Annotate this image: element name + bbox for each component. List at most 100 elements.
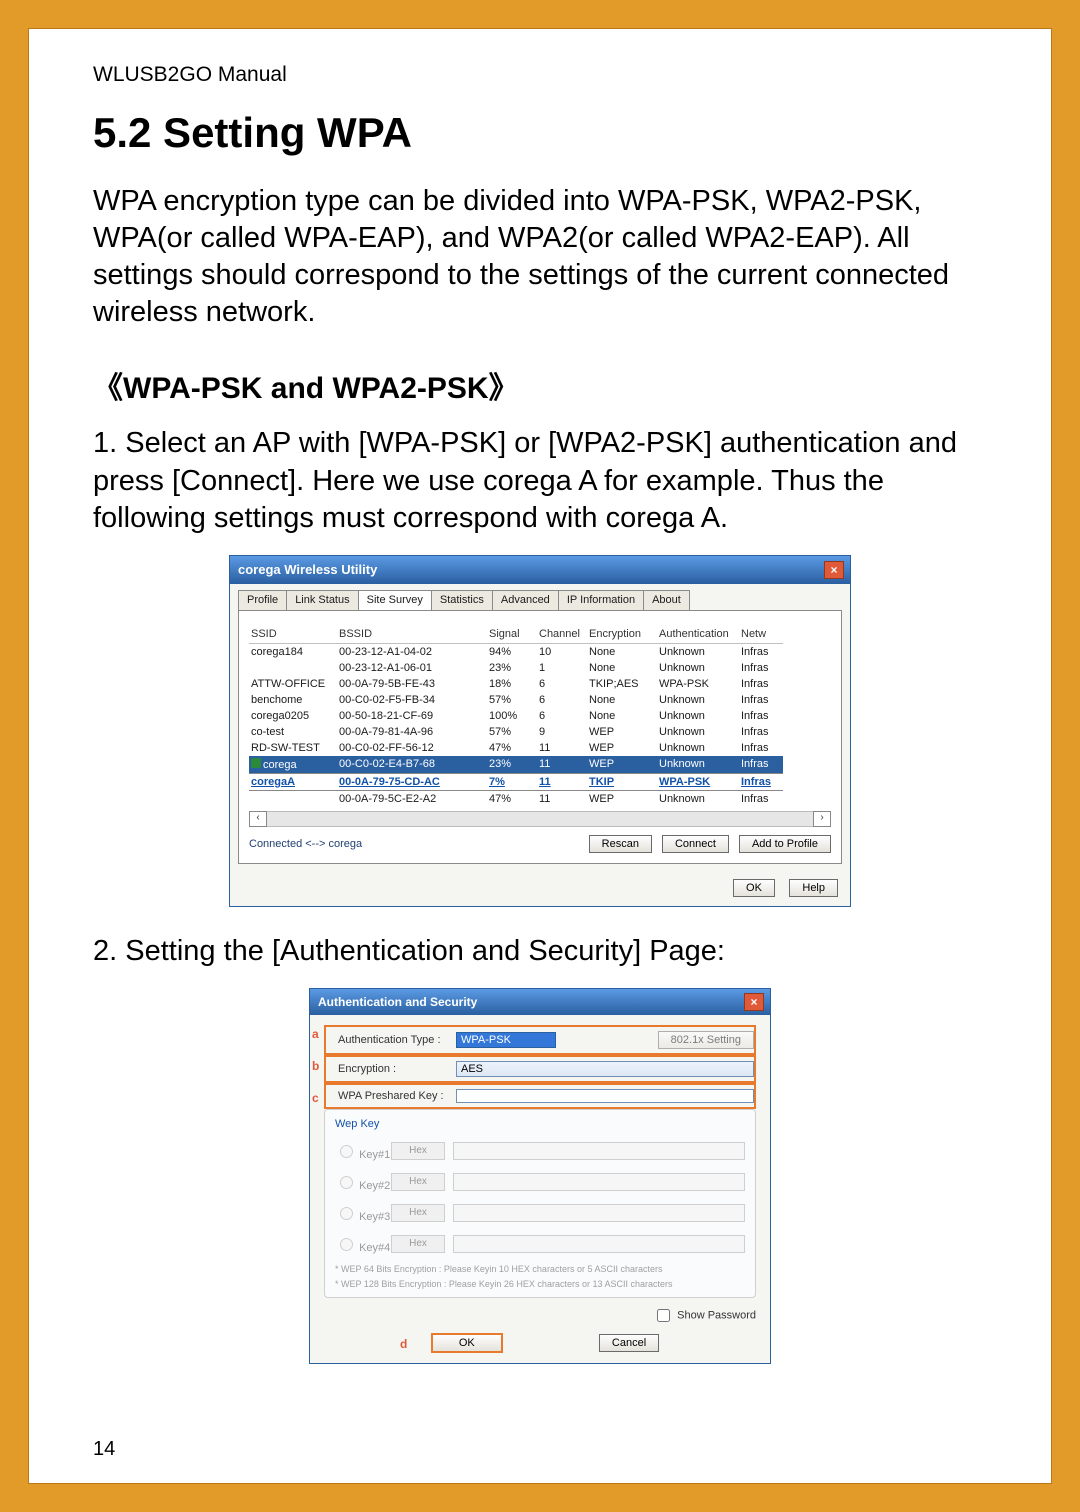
table-cell[interactable]: co-test: [249, 724, 337, 740]
wep-key1-input[interactable]: [453, 1142, 745, 1160]
table-cell[interactable]: 18%: [487, 676, 537, 692]
table-cell[interactable]: Infras: [739, 756, 783, 773]
wep-key4-format[interactable]: Hex: [391, 1235, 445, 1253]
table-cell[interactable]: 00-50-18-21-CF-69: [337, 708, 487, 724]
table-cell[interactable]: 11: [537, 756, 587, 773]
psk-input[interactable]: [456, 1089, 754, 1103]
tab-statistics[interactable]: Statistics: [431, 590, 493, 610]
table-cell[interactable]: corega0205: [249, 708, 337, 724]
tab-link-status[interactable]: Link Status: [286, 590, 358, 610]
wep-key2-format[interactable]: Hex: [391, 1173, 445, 1191]
table-cell[interactable]: corega184: [249, 644, 337, 660]
table-cell[interactable]: 00-0A-79-5C-E2-A2: [337, 791, 487, 807]
scroll-right-icon[interactable]: ›: [813, 811, 831, 827]
scrollbar[interactable]: [267, 811, 813, 827]
table-cell[interactable]: TKIP: [587, 773, 657, 791]
table-cell[interactable]: WEP: [587, 740, 657, 756]
table-cell[interactable]: [249, 791, 337, 807]
table-cell[interactable]: 00-0A-79-75-CD-AC: [337, 773, 487, 791]
table-cell[interactable]: Infras: [739, 724, 783, 740]
ok-button[interactable]: OK: [431, 1333, 503, 1353]
table-cell[interactable]: 94%: [487, 644, 537, 660]
table-cell[interactable]: ATTW-OFFICE: [249, 676, 337, 692]
table-cell[interactable]: 57%: [487, 724, 537, 740]
tab-advanced[interactable]: Advanced: [492, 590, 559, 610]
add-to-profile-button[interactable]: Add to Profile: [739, 835, 831, 853]
table-cell[interactable]: None: [587, 692, 657, 708]
table-cell[interactable]: Unknown: [657, 756, 739, 773]
table-cell[interactable]: 10: [537, 644, 587, 660]
table-cell[interactable]: 6: [537, 692, 587, 708]
table-cell[interactable]: Infras: [739, 740, 783, 756]
table-cell[interactable]: 6: [537, 708, 587, 724]
table-cell[interactable]: 00-C0-02-E4-B7-68: [337, 756, 487, 773]
connect-button[interactable]: Connect: [662, 835, 729, 853]
table-cell[interactable]: RD-SW-TEST: [249, 740, 337, 756]
table-cell[interactable]: Unknown: [657, 644, 739, 660]
table-cell[interactable]: 57%: [487, 692, 537, 708]
table-cell[interactable]: None: [587, 660, 657, 676]
table-cell[interactable]: benchome: [249, 692, 337, 708]
wep-key2-input[interactable]: [453, 1173, 745, 1191]
table-cell[interactable]: 7%: [487, 773, 537, 791]
wep-key3-format[interactable]: Hex: [391, 1204, 445, 1222]
table-cell[interactable]: Unknown: [657, 791, 739, 807]
table-cell[interactable]: 23%: [487, 660, 537, 676]
table-cell[interactable]: 00-0A-79-81-4A-96: [337, 724, 487, 740]
close-icon[interactable]: ×: [824, 561, 844, 579]
table-cell[interactable]: 11: [537, 773, 587, 791]
table-cell[interactable]: 23%: [487, 756, 537, 773]
table-cell[interactable]: 00-C0-02-F5-FB-34: [337, 692, 487, 708]
table-cell[interactable]: 47%: [487, 740, 537, 756]
rescan-button[interactable]: Rescan: [589, 835, 652, 853]
table-cell[interactable]: Infras: [739, 660, 783, 676]
tab-ip-info[interactable]: IP Information: [558, 590, 644, 610]
table-cell[interactable]: 47%: [487, 791, 537, 807]
scroll-left-icon[interactable]: ‹: [249, 811, 267, 827]
table-cell[interactable]: Unknown: [657, 692, 739, 708]
wep-key4-input[interactable]: [453, 1235, 745, 1253]
table-cell[interactable]: TKIP;AES: [587, 676, 657, 692]
table-cell[interactable]: 11: [537, 740, 587, 756]
table-cell[interactable]: Infras: [739, 692, 783, 708]
table-cell[interactable]: 6: [537, 676, 587, 692]
table-cell[interactable]: Infras: [739, 676, 783, 692]
help-button[interactable]: Help: [789, 879, 838, 897]
table-cell[interactable]: 100%: [487, 708, 537, 724]
table-cell[interactable]: [249, 660, 337, 676]
wep-key3-input[interactable]: [453, 1204, 745, 1222]
table-cell[interactable]: Infras: [739, 708, 783, 724]
table-cell[interactable]: corega: [249, 756, 337, 773]
wep-key2-radio[interactable]: [340, 1176, 353, 1189]
wep-key3-radio[interactable]: [340, 1207, 353, 1220]
auth-type-select[interactable]: WPA-PSK: [456, 1032, 556, 1048]
table-cell[interactable]: Infras: [739, 791, 783, 807]
table-cell[interactable]: WEP: [587, 724, 657, 740]
table-cell[interactable]: None: [587, 708, 657, 724]
tab-site-survey[interactable]: Site Survey: [358, 590, 432, 610]
wep-key4-radio[interactable]: [340, 1238, 353, 1251]
table-cell[interactable]: WEP: [587, 756, 657, 773]
table-cell[interactable]: Unknown: [657, 740, 739, 756]
table-cell[interactable]: Infras: [739, 773, 783, 791]
table-cell[interactable]: 11: [537, 791, 587, 807]
table-cell[interactable]: WPA-PSK: [657, 676, 739, 692]
table-cell[interactable]: WEP: [587, 791, 657, 807]
table-cell[interactable]: Unknown: [657, 660, 739, 676]
ok-button[interactable]: OK: [733, 879, 775, 897]
close-icon[interactable]: ×: [744, 993, 764, 1011]
table-cell[interactable]: 1: [537, 660, 587, 676]
table-cell[interactable]: WPA-PSK: [657, 773, 739, 791]
tab-about[interactable]: About: [643, 590, 690, 610]
table-cell[interactable]: None: [587, 644, 657, 660]
table-cell[interactable]: coregaA: [249, 773, 337, 791]
wep-key1-radio[interactable]: [340, 1145, 353, 1158]
table-cell[interactable]: 00-23-12-A1-04-02: [337, 644, 487, 660]
table-cell[interactable]: Unknown: [657, 708, 739, 724]
table-cell[interactable]: 00-C0-02-FF-56-12: [337, 740, 487, 756]
table-cell[interactable]: Infras: [739, 644, 783, 660]
table-cell[interactable]: 00-23-12-A1-06-01: [337, 660, 487, 676]
table-cell[interactable]: 00-0A-79-5B-FE-43: [337, 676, 487, 692]
tab-profile[interactable]: Profile: [238, 590, 287, 610]
wep-key1-format[interactable]: Hex: [391, 1142, 445, 1160]
